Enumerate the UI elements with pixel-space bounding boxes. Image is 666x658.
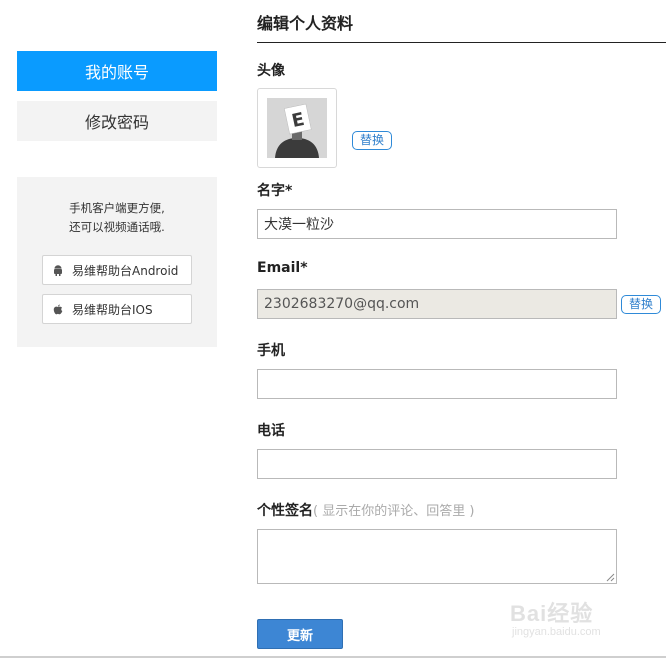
ios-app-label: 易维帮助台IOS xyxy=(72,302,153,317)
title-divider xyxy=(257,42,666,43)
phone-field[interactable] xyxy=(257,449,617,479)
nav-change-password[interactable]: 修改密码 xyxy=(17,101,217,141)
watermark-url: jingyan.baidu.com xyxy=(512,626,601,638)
replace-email-button[interactable]: 替换 xyxy=(621,295,662,314)
promo-line-2: 还可以视频通话哦. xyxy=(69,220,165,234)
promo-text: 手机客户端更方便, 还可以视频通话哦. xyxy=(17,199,217,237)
email-field[interactable] xyxy=(257,289,617,319)
signature-hint: ( 显示在你的评论、回答里 ) xyxy=(313,504,475,519)
update-button[interactable]: 更新 xyxy=(257,619,343,649)
page-title: 编辑个人资料 xyxy=(257,14,354,33)
ios-app-button[interactable]: 易维帮助台IOS xyxy=(42,294,192,324)
android-app-button[interactable]: 易维帮助台Android xyxy=(42,255,192,285)
signature-label: 个性签名( 显示在你的评论、回答里 ) xyxy=(257,500,474,520)
promo-line-1: 手机客户端更方便, xyxy=(69,201,165,215)
avatar-label: 头像 xyxy=(257,63,285,79)
name-label: 名字* xyxy=(257,183,293,199)
signature-label-text: 个性签名 xyxy=(257,503,313,519)
mobile-field[interactable] xyxy=(257,369,617,399)
android-icon xyxy=(53,264,63,276)
android-app-label: 易维帮助台Android xyxy=(72,263,179,278)
resize-handle-icon[interactable] xyxy=(605,572,615,582)
apple-icon xyxy=(53,304,63,315)
default-avatar-icon: E xyxy=(267,98,327,158)
mobile-label: 手机 xyxy=(257,343,285,359)
replace-avatar-button[interactable]: 替换 xyxy=(352,131,393,150)
avatar: E xyxy=(257,88,337,168)
name-field[interactable] xyxy=(257,209,617,239)
mobile-app-promo: 手机客户端更方便, 还可以视频通话哦. 易维帮助台Android 易维帮助台IO… xyxy=(17,177,217,347)
phone-label: 电话 xyxy=(257,423,285,439)
watermark-brand: Bai经验 xyxy=(510,601,594,626)
email-label: Email* xyxy=(257,260,308,276)
nav-my-account[interactable]: 我的账号 xyxy=(17,51,217,91)
signature-textarea[interactable] xyxy=(257,529,617,584)
baidu-watermark: Bai经验 jingyan.baidu.com xyxy=(510,590,660,646)
